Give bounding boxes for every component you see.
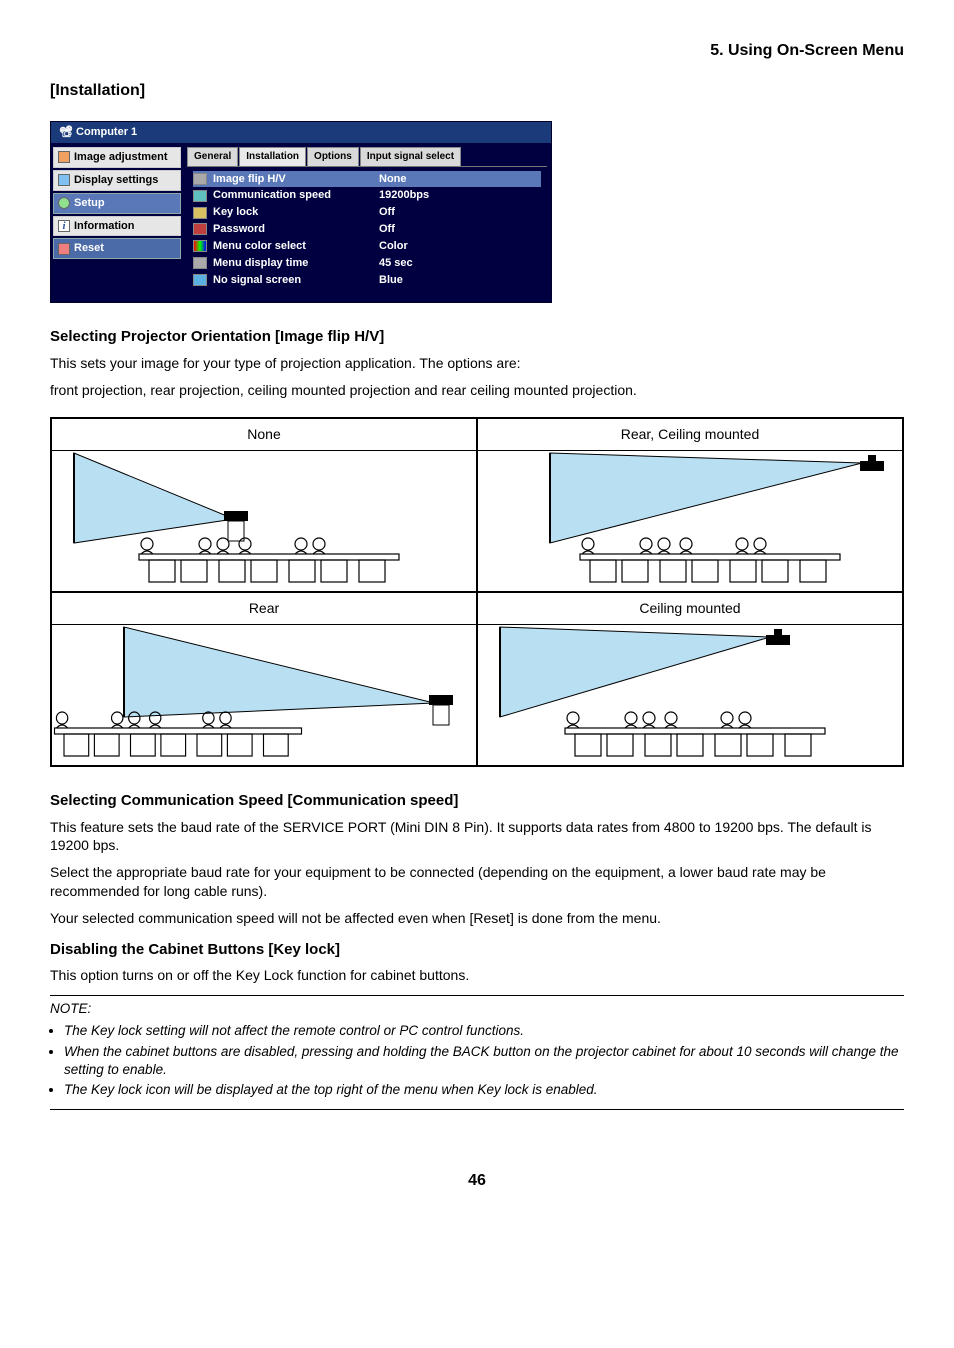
color-icon xyxy=(193,240,207,252)
menu-titlebar: 📽 Computer 1 xyxy=(51,122,551,143)
diagram-grid: None Rear, Ceiling mounted Rear Ceiling … xyxy=(50,417,904,767)
note-separator xyxy=(50,1109,904,1110)
sidebar-item-reset[interactable]: Reset xyxy=(53,238,181,259)
diagram-caption: None xyxy=(52,419,476,451)
screen-icon xyxy=(193,274,207,286)
row-label: Menu display time xyxy=(213,256,373,271)
row-password[interactable]: Password Off xyxy=(193,221,541,238)
sidebar-label: Image adjustment xyxy=(74,150,168,165)
section-title: [Installation] xyxy=(50,80,904,102)
sidebar-item-image-adjustment[interactable]: Image adjustment xyxy=(53,147,181,168)
sidebar-item-information[interactable]: i Information xyxy=(53,216,181,237)
row-value: Off xyxy=(379,205,395,220)
projector-icon: 📽 xyxy=(59,126,73,138)
tab-options[interactable]: Options xyxy=(307,147,359,166)
row-value: None xyxy=(379,172,407,187)
row-comm-speed[interactable]: Communication speed 19200bps xyxy=(193,187,541,204)
diagram-ceiling xyxy=(478,625,902,765)
row-label: Menu color select xyxy=(213,239,373,254)
diagram-caption: Rear, Ceiling mounted xyxy=(478,419,902,451)
flip-icon xyxy=(193,173,207,185)
sidebar-item-display-settings[interactable]: Display settings xyxy=(53,170,181,191)
sidebar-item-setup[interactable]: Setup xyxy=(53,193,181,214)
row-menu-color[interactable]: Menu color select Color xyxy=(193,238,541,255)
menu-screenshot: 📽 Computer 1 Image adjustment Display se… xyxy=(50,121,552,303)
setup-icon xyxy=(58,197,70,209)
sidebar-label: Setup xyxy=(74,196,105,211)
note-block: NOTE: The Key lock setting will not affe… xyxy=(50,1000,904,1099)
commspeed-p3: Your selected communication speed will n… xyxy=(50,909,904,928)
diagram-cell-rear-ceiling: Rear, Ceiling mounted xyxy=(477,418,903,592)
diagram-rear-ceiling xyxy=(478,451,902,591)
row-label: Image flip H/V xyxy=(213,172,373,187)
row-label: No signal screen xyxy=(213,273,373,288)
heading-key-lock: Disabling the Cabinet Buttons [Key lock] xyxy=(50,940,904,960)
row-label: Key lock xyxy=(213,205,373,220)
row-value: Off xyxy=(379,222,395,237)
settings-list: Image flip H/V None Communication speed … xyxy=(187,169,547,291)
sidebar-label: Reset xyxy=(74,241,104,256)
tab-installation[interactable]: Installation xyxy=(239,147,306,166)
diagram-caption: Ceiling mounted xyxy=(478,593,902,625)
clock-icon xyxy=(193,257,207,269)
row-no-signal[interactable]: No signal screen Blue xyxy=(193,272,541,289)
diagram-caption: Rear xyxy=(52,593,476,625)
row-value: Blue xyxy=(379,273,403,288)
page-header: 5. Using On-Screen Menu xyxy=(50,40,904,62)
tabs: General Installation Options Input signa… xyxy=(187,147,547,167)
display-icon xyxy=(58,174,70,186)
note-item: When the cabinet buttons are disabled, p… xyxy=(64,1043,904,1079)
row-key-lock[interactable]: Key lock Off xyxy=(193,204,541,221)
diagram-cell-ceiling: Ceiling mounted xyxy=(477,592,903,766)
heading-image-flip: Selecting Projector Orientation [Image f… xyxy=(50,327,904,347)
speed-icon xyxy=(193,190,207,202)
row-value: 19200bps xyxy=(379,188,429,203)
diagram-rear xyxy=(52,625,476,765)
keylock-p1: This option turns on or off the Key Lock… xyxy=(50,966,904,985)
note-item: The Key lock setting will not affect the… xyxy=(64,1022,904,1040)
sidebar-label: Display settings xyxy=(74,173,158,188)
menu-main: General Installation Options Input signa… xyxy=(183,143,551,302)
note-separator xyxy=(50,995,904,996)
imageflip-p1: This sets your image for your type of pr… xyxy=(50,354,904,373)
row-menu-time[interactable]: Menu display time 45 sec xyxy=(193,255,541,272)
heading-comm-speed: Selecting Communication Speed [Communica… xyxy=(50,791,904,811)
info-icon: i xyxy=(58,220,70,232)
page-number: 46 xyxy=(50,1170,904,1192)
row-value: 45 sec xyxy=(379,256,413,271)
menu-sidebar: Image adjustment Display settings Setup … xyxy=(51,143,183,302)
tab-general[interactable]: General xyxy=(187,147,238,166)
sidebar-label: Information xyxy=(74,219,135,234)
lock-icon xyxy=(193,207,207,219)
adjust-icon xyxy=(58,151,70,163)
commspeed-p1: This feature sets the baud rate of the S… xyxy=(50,818,904,856)
note-label: NOTE: xyxy=(50,1000,904,1018)
reset-icon xyxy=(58,243,70,255)
row-label: Communication speed xyxy=(213,188,373,203)
row-label: Password xyxy=(213,222,373,237)
diagram-none xyxy=(52,451,476,591)
imageflip-p2: front projection, rear projection, ceili… xyxy=(50,381,904,400)
password-icon xyxy=(193,223,207,235)
commspeed-p2: Select the appropriate baud rate for you… xyxy=(50,863,904,901)
row-value: Color xyxy=(379,239,408,254)
tab-input-signal[interactable]: Input signal select xyxy=(360,147,461,166)
note-item: The Key lock icon will be displayed at t… xyxy=(64,1081,904,1099)
row-image-flip[interactable]: Image flip H/V None xyxy=(193,171,541,188)
diagram-cell-rear: Rear xyxy=(51,592,477,766)
diagram-cell-none: None xyxy=(51,418,477,592)
menu-title: Computer 1 xyxy=(76,126,137,138)
